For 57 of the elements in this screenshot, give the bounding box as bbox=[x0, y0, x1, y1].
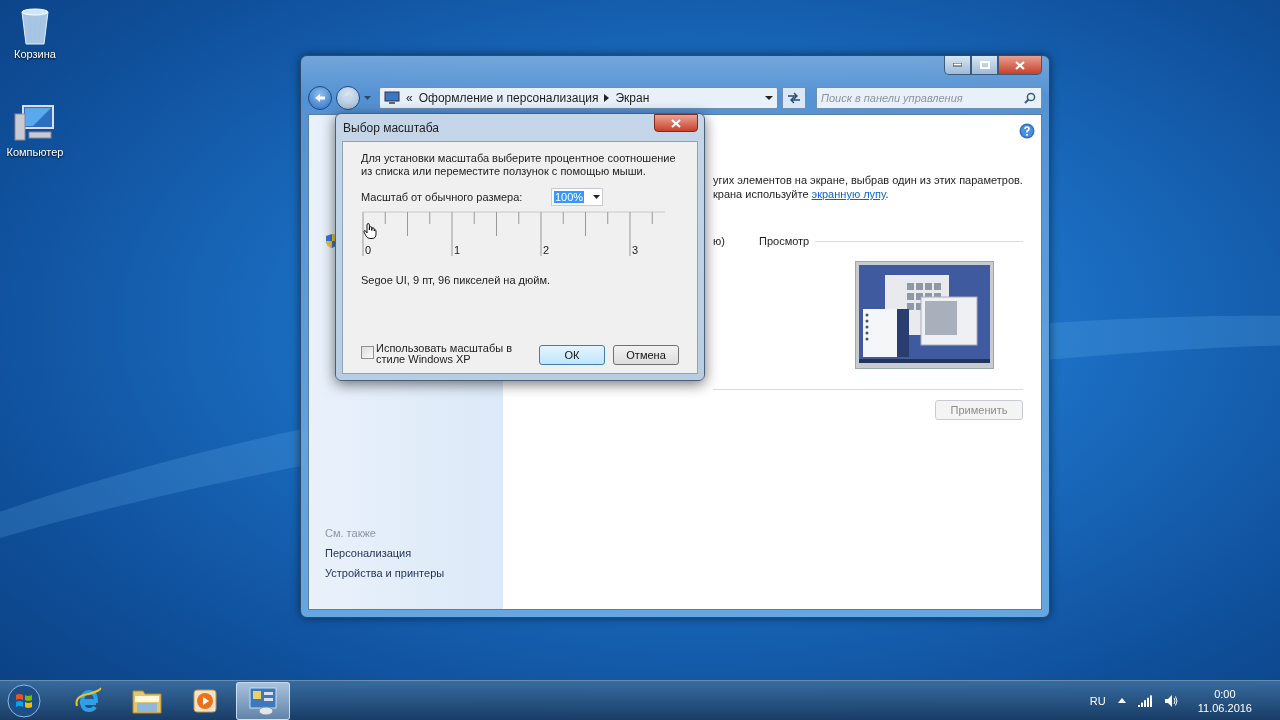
computer-icon[interactable] bbox=[13, 104, 57, 144]
ruler-label: 2 bbox=[543, 244, 550, 256]
dropdown-arrow-icon[interactable] bbox=[765, 96, 773, 100]
ok-button[interactable]: ОК bbox=[539, 345, 606, 365]
sidebar-link[interactable]: Персонализация bbox=[325, 547, 503, 559]
cancel-button[interactable]: Отмена bbox=[613, 345, 679, 365]
option-text: ю) bbox=[713, 235, 726, 247]
address-bar[interactable]: « Оформление и персонализация Экран bbox=[379, 87, 778, 109]
xp-scaling-checkbox[interactable] bbox=[361, 346, 374, 359]
desktop-icon-label[interactable]: Компьютер bbox=[6, 146, 64, 158]
description-text: угих элементов на экране, выбрав один из этих параметров. крана используйте экранную лупу. bbox=[713, 173, 1023, 201]
start-orb-icon bbox=[7, 683, 41, 718]
refresh-arrows-icon bbox=[787, 92, 801, 104]
ruler-label: 1 bbox=[454, 244, 461, 256]
address-overflow[interactable]: « bbox=[406, 91, 413, 105]
dialog-title: Выбор масштаба bbox=[342, 120, 440, 135]
language-indicator[interactable]: RU bbox=[1089, 694, 1106, 707]
back-arrow-icon bbox=[314, 93, 326, 103]
chevron-icon bbox=[604, 94, 610, 102]
help-icon[interactable] bbox=[1019, 123, 1035, 139]
breadcrumb[interactable]: Оформление и персонализация bbox=[418, 91, 599, 105]
maximize-button[interactable] bbox=[971, 56, 998, 75]
ruler-label: 0 bbox=[365, 244, 372, 256]
minimize-button[interactable] bbox=[944, 56, 971, 75]
instruction-text: Для установки масштаба выберите процентное соотношение из списка или переместите ползунок с помощью мыши. bbox=[361, 152, 677, 178]
start-button[interactable] bbox=[4, 681, 44, 720]
search-field[interactable]: Поиск в панели управления bbox=[816, 87, 1042, 109]
ruler-label: 3 bbox=[632, 244, 639, 256]
breadcrumb[interactable]: Экран bbox=[615, 91, 650, 105]
close-button[interactable] bbox=[654, 114, 698, 132]
minimize-icon bbox=[953, 63, 962, 67]
speaker-icon[interactable] bbox=[1163, 693, 1178, 708]
hand-cursor-icon bbox=[363, 222, 377, 240]
taskbar-button[interactable] bbox=[236, 681, 290, 720]
play-icon bbox=[191, 686, 219, 715]
recycle-bin-icon[interactable] bbox=[18, 6, 52, 46]
dropdown-arrow-icon bbox=[593, 195, 600, 199]
monitor-icon bbox=[384, 91, 400, 105]
control-panel-icon bbox=[247, 685, 279, 716]
show-hidden-icons-arrow-icon[interactable] bbox=[1117, 698, 1126, 703]
clock[interactable]: 0:00 11.06.2016 bbox=[1197, 686, 1252, 715]
refresh-button[interactable] bbox=[782, 87, 806, 109]
forward-button[interactable] bbox=[336, 86, 360, 110]
font-info-text: Segoe UI, 9 пт, 96 пикселей на дюйм. bbox=[361, 274, 552, 286]
checkbox-label[interactable]: Использовать масштабы в стиле Windows XP bbox=[376, 343, 526, 365]
maximize-icon bbox=[979, 61, 990, 69]
see-also-heading: См. также bbox=[325, 527, 377, 539]
preview-heading: Просмотр bbox=[759, 235, 810, 247]
back-button[interactable] bbox=[308, 86, 332, 110]
search-icon bbox=[1024, 92, 1036, 104]
close-icon bbox=[1015, 60, 1025, 70]
close-icon bbox=[671, 118, 681, 128]
sidebar-link[interactable]: Устройства и принтеры bbox=[325, 567, 503, 579]
desktop-icon-label[interactable]: Корзина bbox=[14, 48, 56, 60]
signal-bars-icon[interactable] bbox=[1137, 694, 1152, 707]
scale-label: Масштаб от обычного размера: bbox=[361, 191, 524, 203]
close-button[interactable] bbox=[998, 56, 1042, 75]
